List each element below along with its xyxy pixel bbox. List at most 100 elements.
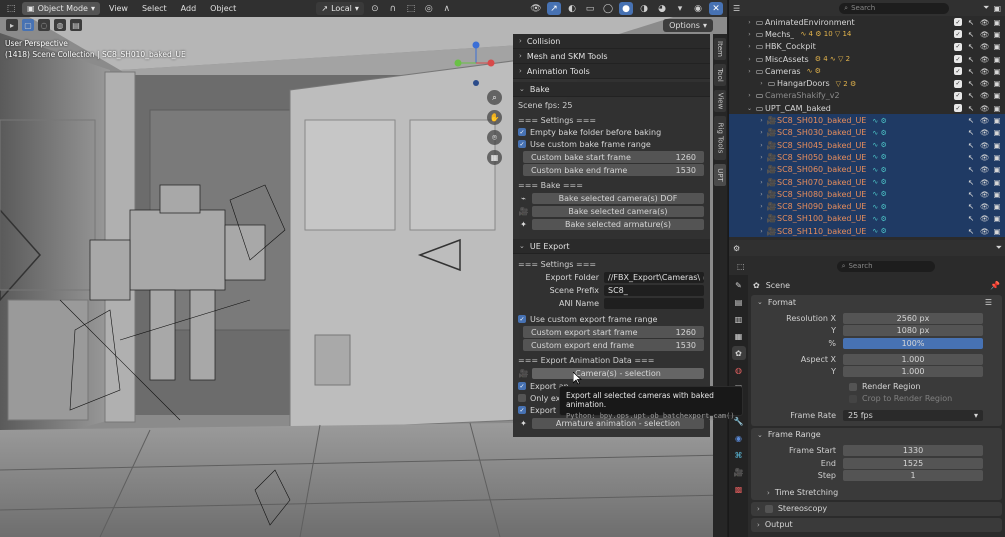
bake-dof-button[interactable]: ⌁ Bake selected camera(s) DOF [518, 192, 704, 204]
bake-armatures-button[interactable]: ✦ Bake selected armature(s) [518, 218, 704, 230]
camera-render-icon[interactable]: ▣ [993, 91, 1001, 100]
outliner-row[interactable]: › ▭ HBK_Cockpit ✓ ↖ 👁 ▣ [729, 41, 1005, 53]
expand-arrow-icon[interactable]: › [757, 203, 766, 210]
export-start-frame-field[interactable]: Custom export start frame 1260 [523, 326, 704, 338]
exclude-checkbox-icon[interactable]: ✓ [954, 67, 962, 76]
frame-step-field[interactable]: Step 1 [751, 470, 1002, 482]
eye-icon[interactable]: 👁 [980, 214, 990, 223]
eye-icon[interactable]: 👁 [980, 18, 990, 27]
aspect-y-field[interactable]: Y 1.000 [751, 366, 1002, 378]
outliner-row[interactable]: › 🎥 SC8_SH110_baked_UE ∿ ⚙ ↖ 👁 ▣ [729, 225, 1005, 238]
exclude-checkbox-icon[interactable]: ✓ [954, 104, 962, 113]
editor-type-icon[interactable]: ⬚ [737, 262, 745, 271]
data-tab-icon[interactable]: 🎥 [732, 465, 746, 479]
select-arrow-icon[interactable]: ↖ [967, 214, 975, 223]
crop-region-checkbox[interactable]: Crop to Render Region [751, 393, 1002, 405]
frame-end-field[interactable]: End 1525 [751, 457, 1002, 469]
select-arrow-icon[interactable]: ↖ [967, 18, 975, 27]
eye-icon[interactable]: 👁 [980, 55, 990, 64]
pan-hand-icon[interactable]: ✋ [487, 110, 502, 125]
exclude-checkbox-icon[interactable]: ✓ [954, 55, 962, 64]
camera-render-icon[interactable]: ▣ [993, 55, 1001, 64]
outliner-row[interactable]: › 🎥 SC8_SH100_baked_UE ∿ ⚙ ↖ 👁 ▣ [729, 212, 1005, 226]
menu-select[interactable]: Select [137, 4, 172, 13]
extend-icon[interactable]: ▤ [70, 19, 82, 31]
select-arrow-icon[interactable]: ↖ [967, 153, 975, 162]
eye-icon[interactable]: 👁 [980, 227, 990, 236]
bake-section-header[interactable]: ⌄ Bake [513, 82, 710, 97]
outliner-row[interactable]: › ▭ Mechs_ ∿ 4 ⚙ 10 ▽ 14 ✓ ↖ 👁 ▣ [729, 28, 1005, 40]
outliner-row[interactable]: › ▭ CameraShakify_v2 ✓ ↖ 👁 ▣ [729, 90, 1005, 102]
eye-icon[interactable]: 👁 [980, 79, 990, 88]
select-arrow-icon[interactable]: ↖ [967, 128, 975, 137]
tool-tab-icon[interactable]: ✎ [732, 278, 746, 292]
select-arrow-icon[interactable]: ↖ [967, 55, 975, 64]
outliner-row[interactable]: › 🎥 SC8_SH080_baked_UE ∿ ⚙ ↖ 👁 ▣ [729, 188, 1005, 201]
aspect-x-field[interactable]: Aspect X 1.000 [751, 353, 1002, 365]
outliner-row[interactable]: › 🎥 SC8_SH030_baked_UE ∿ ⚙ ↖ 👁 ▣ [729, 126, 1005, 139]
select-arrow-icon[interactable]: ↖ [967, 91, 975, 100]
mode-selector[interactable]: ▣ Object Mode ▾ [22, 2, 100, 15]
outliner-row[interactable]: › ▭ AnimatedEnvironment ✓ ↖ 👁 ▣ [729, 16, 1005, 28]
expand-arrow-icon[interactable]: › [757, 154, 766, 161]
render-tab-icon[interactable]: ▤ [732, 295, 746, 309]
camera-render-icon[interactable]: ▣ [993, 214, 1001, 223]
sidebar-toggle-icon[interactable]: ✕ [709, 2, 724, 15]
outliner-editor-icon[interactable]: ☰ [733, 4, 740, 13]
outliner-row[interactable]: › ▭ Cameras ∿ ⚙ ✓ ↖ 👁 ▣ [729, 65, 1005, 77]
camera-render-icon[interactable]: ▣ [993, 116, 1001, 125]
camera-render-icon[interactable]: ▣ [993, 104, 1001, 113]
expand-arrow-icon[interactable]: › [757, 228, 766, 235]
outliner-row[interactable]: › ▭ MiscAssets ⚙ 4 ∿ ▽ 2 ✓ ↖ 👁 ▣ [729, 53, 1005, 65]
menu-view[interactable]: View [104, 4, 133, 13]
box-select-icon[interactable]: ▢ [22, 19, 34, 31]
camera-render-icon[interactable]: ▣ [993, 30, 1001, 39]
bake-custom-range-checkbox[interactable]: ✓ Use custom bake frame range [518, 138, 704, 150]
bake-end-frame-field[interactable]: Custom bake end frame 1530 [523, 164, 704, 176]
ani-name-field[interactable]: ANI Name [518, 297, 704, 309]
visibility-icon[interactable]: 👁 [529, 2, 543, 15]
solid-shading-icon[interactable]: ● [619, 2, 634, 15]
pivot-icon[interactable]: ⊙ [368, 2, 382, 15]
select-arrow-icon[interactable]: ↖ [967, 104, 975, 113]
exclude-checkbox-icon[interactable]: ✓ [954, 18, 962, 27]
stereoscopy-panel[interactable]: › Stereoscopy [751, 501, 1002, 516]
overlay-icon[interactable]: ◐ [565, 2, 579, 15]
camera-render-icon[interactable]: ▣ [993, 227, 1001, 236]
camera-render-icon[interactable]: ▣ [993, 153, 1001, 162]
expand-arrow-icon[interactable]: › [745, 31, 754, 38]
expand-arrow-icon[interactable]: › [757, 166, 766, 173]
bake-start-frame-field[interactable]: Custom bake start frame 1260 [523, 151, 704, 163]
proportional-edit-icon[interactable]: ◎ [422, 2, 436, 15]
expand-arrow-icon[interactable]: › [757, 179, 766, 186]
camera-render-icon[interactable]: ▣ [993, 128, 1001, 137]
format-panel-header[interactable]: ⌄ Format ☰ [751, 295, 1002, 309]
outliner-row[interactable]: ⌄ ▭ UPT_CAM_baked ✓ ↖ 👁 ▣ [729, 102, 1005, 114]
filter-icon[interactable]: ⏷ [996, 243, 1002, 253]
expand-arrow-icon[interactable]: › [745, 43, 754, 50]
export-cameras-button[interactable]: 🎥 Camera(s) - selection [518, 367, 704, 379]
outliner-row[interactable]: › 🎥 SC8_SH090_baked_UE ∿ ⚙ ↖ 👁 ▣ [729, 200, 1005, 213]
material-shading-icon[interactable]: ◑ [637, 2, 651, 15]
eye-icon[interactable]: 👁 [980, 116, 990, 125]
camera-render-icon[interactable]: ▣ [993, 42, 1001, 51]
select-arrow-icon[interactable]: ↖ [967, 202, 975, 211]
editor-type-icon[interactable]: ⬚ [4, 2, 18, 15]
tab-item[interactable]: Item [714, 38, 726, 60]
expand-arrow-icon[interactable]: ⌄ [745, 105, 754, 112]
eye-icon[interactable]: 👁 [980, 153, 990, 162]
menu-object[interactable]: Object [205, 4, 241, 13]
texture-tab-icon[interactable]: ▩ [732, 482, 746, 496]
eye-icon[interactable]: 👁 [980, 104, 990, 113]
eye-icon[interactable]: 👁 [980, 128, 990, 137]
tab-tool[interactable]: Tool [714, 64, 726, 86]
gizmo-icon[interactable]: ↗ [547, 2, 562, 15]
output-panel[interactable]: › Output [751, 517, 1002, 532]
resolution-x-field[interactable]: Resolution X 2560 px [751, 312, 1002, 324]
options-dropdown[interactable]: Options ▾ [663, 18, 713, 32]
expand-arrow-icon[interactable]: › [745, 56, 754, 63]
outliner-row[interactable]: › 🎥 SC8_SH050_baked_UE ∿ ⚙ ↖ 👁 ▣ [729, 151, 1005, 164]
export-folder-field[interactable]: Export Folder //FBX_Export\Cameras\ ▭ [518, 271, 704, 283]
tab-view[interactable]: View [714, 90, 726, 112]
outliner-row[interactable]: › 🎥 SC8_SH045_baked_UE ∿ ⚙ ↖ 👁 ▣ [729, 138, 1005, 152]
